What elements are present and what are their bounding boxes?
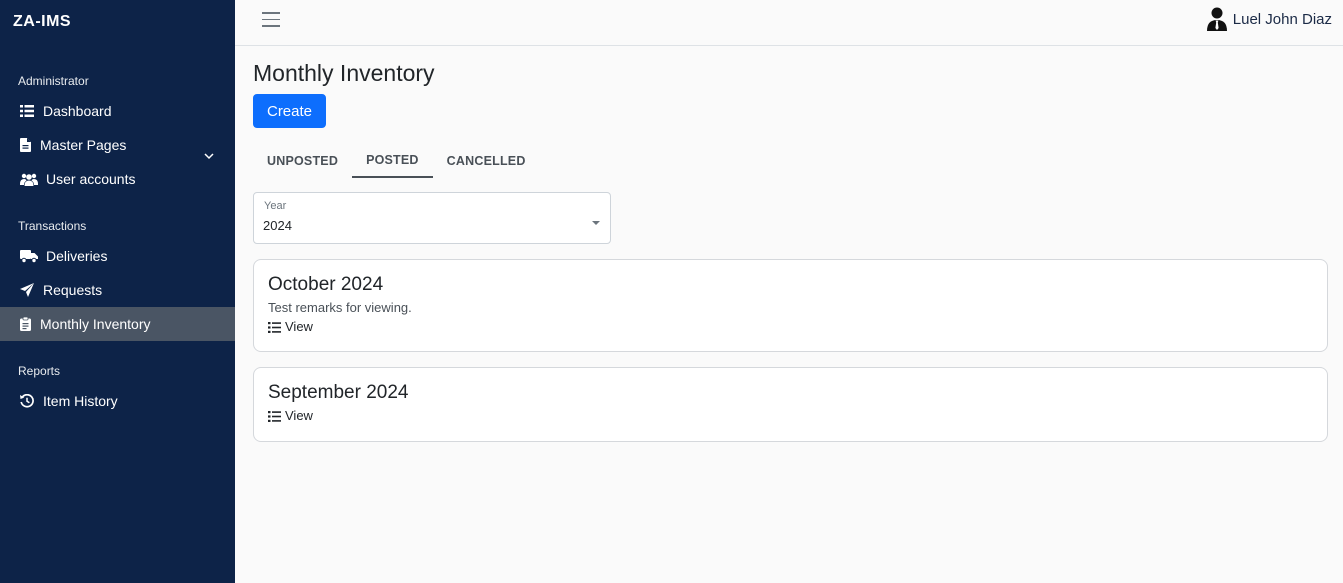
sidebar: ZA-IMS Administrator Dashboard Master Pa… — [0, 0, 235, 583]
sidebar-item-item-history[interactable]: Item History — [0, 384, 235, 418]
user-name: Luel John Diaz — [1232, 10, 1332, 28]
page-title: Monthly Inventory — [253, 60, 435, 86]
sidebar-item-deliveries[interactable]: Deliveries — [0, 239, 235, 273]
create-button[interactable]: Create — [253, 94, 326, 128]
card-title: September 2024 — [268, 382, 409, 403]
sidebar-item-label: Item History — [43, 393, 118, 409]
sidebar-item-label: Master Pages — [40, 137, 127, 153]
paper-plane-icon — [19, 282, 35, 298]
section-label-transactions: Transactions — [18, 219, 87, 233]
card-remarks: Test remarks for viewing. — [268, 300, 412, 315]
clipboard-icon — [19, 316, 31, 332]
sidebar-item-label: Deliveries — [46, 248, 108, 264]
sidebar-item-master-pages[interactable]: Master Pages — [0, 128, 235, 162]
sidebar-item-label: Requests — [43, 282, 103, 298]
tab-unposted[interactable]: UNPOSTED — [253, 143, 352, 178]
tab-cancelled[interactable]: CANCELLED — [433, 143, 540, 178]
users-icon — [19, 171, 38, 187]
brand-logo[interactable]: ZA-IMS — [13, 13, 71, 31]
section-label-administrator: Administrator — [18, 74, 89, 88]
truck-icon — [19, 248, 38, 264]
sidebar-item-label: Dashboard — [43, 103, 112, 119]
list-icon — [19, 103, 35, 119]
inventory-card: October 2024 Test remarks for viewing. V… — [253, 259, 1328, 352]
caret-down-icon — [592, 221, 600, 225]
chevron-down-icon[interactable] — [204, 128, 214, 162]
view-link[interactable]: View — [268, 408, 313, 423]
view-label: View — [285, 408, 313, 423]
tab-posted[interactable]: POSTED — [352, 143, 433, 178]
view-link[interactable]: View — [268, 319, 313, 334]
file-icon — [19, 137, 31, 153]
sidebar-item-requests[interactable]: Requests — [0, 273, 235, 307]
sidebar-item-user-accounts[interactable]: User accounts — [0, 162, 235, 196]
user-menu[interactable]: Luel John Diaz — [1206, 7, 1332, 31]
top-bar: Luel John Diaz — [235, 0, 1343, 46]
list-icon — [268, 321, 281, 333]
list-icon — [268, 410, 281, 422]
history-icon — [19, 393, 35, 409]
user-tie-icon — [1206, 7, 1227, 31]
sidebar-item-dashboard[interactable]: Dashboard — [0, 94, 235, 128]
inventory-card: September 2024 View — [253, 367, 1328, 442]
status-tabs: UNPOSTED POSTED CANCELLED — [253, 143, 540, 178]
section-label-reports: Reports — [18, 364, 61, 378]
view-label: View — [285, 319, 313, 334]
hamburger-menu-icon[interactable] — [262, 12, 280, 28]
year-select-value: 2024 — [263, 218, 292, 233]
year-select[interactable]: Year 2024 — [253, 192, 611, 244]
sidebar-item-monthly-inventory[interactable]: Monthly Inventory — [0, 307, 235, 341]
year-select-label: Year — [264, 200, 287, 212]
sidebar-item-label: User accounts — [46, 171, 136, 187]
card-title: October 2024 — [268, 274, 384, 295]
sidebar-item-label: Monthly Inventory — [40, 316, 151, 332]
